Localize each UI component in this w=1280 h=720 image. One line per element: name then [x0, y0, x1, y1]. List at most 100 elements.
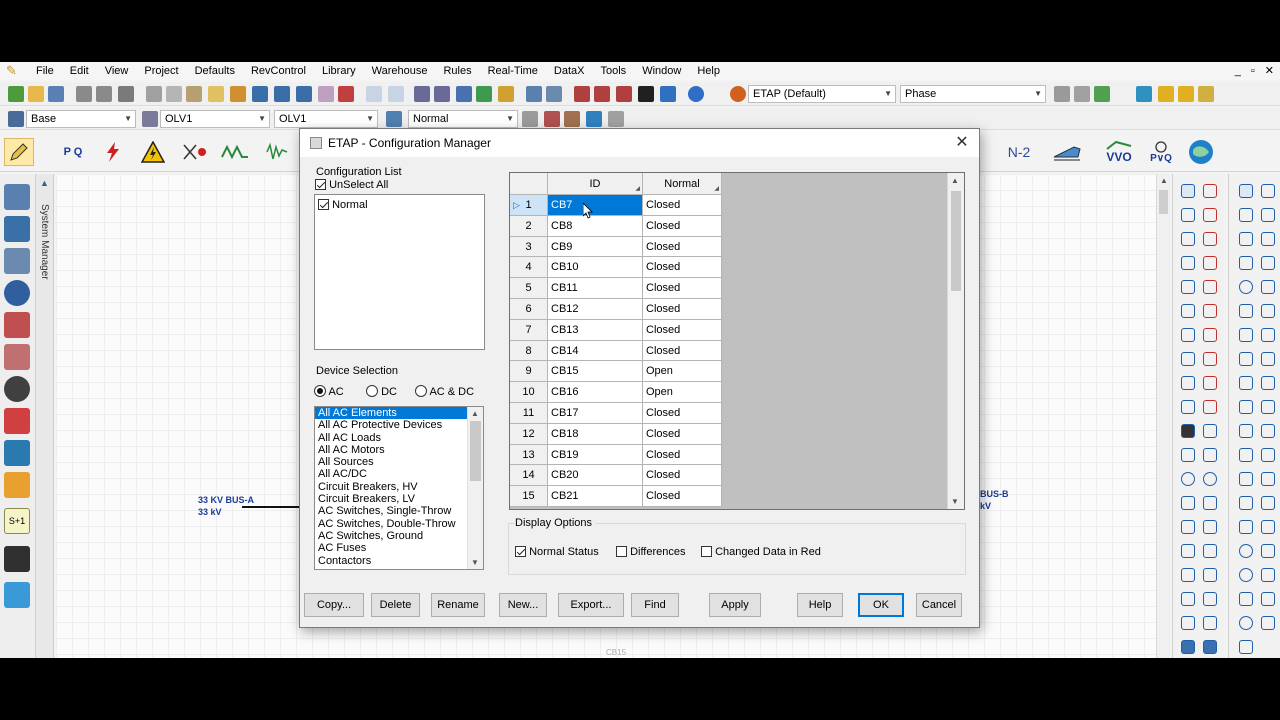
scroll-down-icon[interactable]: ▼ [471, 558, 479, 567]
hyperlink-icon[interactable] [526, 86, 542, 102]
scroll-up-icon[interactable]: ▲ [951, 176, 959, 185]
grid-vertical-scrollbar[interactable]: ▲ ▼ [947, 173, 964, 509]
dc-system-icon[interactable] [4, 408, 30, 434]
unselect-all-checkbox[interactable]: UnSelect All [315, 179, 388, 191]
ups-icon[interactable] [1203, 424, 1217, 438]
status-cell[interactable]: Closed [643, 278, 722, 299]
capacitor-icon[interactable] [1203, 376, 1217, 390]
pointer-icon[interactable] [1181, 184, 1195, 198]
device-id-cell[interactable]: CB7 [548, 195, 643, 216]
device-type-item[interactable]: Circuit Breakers, HV [315, 481, 468, 493]
presentation-selector[interactable]: OLV1 ▼ [160, 110, 270, 128]
device-id-cell[interactable]: CB17 [548, 402, 643, 424]
system-manager-tab[interactable]: ▲ System Manager [36, 174, 54, 658]
interlock-relay-icon[interactable] [1261, 448, 1275, 462]
device-type-item[interactable]: All AC Protective Devices [315, 419, 468, 431]
relay-27-icon[interactable] [1239, 544, 1253, 558]
cancel-button[interactable]: Cancel [916, 593, 962, 617]
phase-selector[interactable]: Phase ▼ [900, 85, 1046, 103]
configuration-selector[interactable]: Normal ▼ [408, 110, 518, 128]
device-type-item[interactable]: All AC Motors [315, 444, 468, 456]
synchronous-motor-icon[interactable] [1203, 328, 1217, 342]
radio-dc[interactable]: DC [366, 385, 397, 398]
table-row[interactable]: 14 CB20 Closed [510, 465, 722, 487]
table-row[interactable]: 8 CB14 Closed [510, 340, 722, 362]
find-button[interactable]: Find [631, 593, 679, 617]
node-icon[interactable] [1203, 208, 1217, 222]
checkbox-checked-icon[interactable] [315, 179, 326, 190]
status-cell[interactable]: Closed [643, 215, 722, 237]
zoom-previous-icon[interactable] [318, 86, 334, 102]
harmonic-icon[interactable] [220, 138, 250, 166]
power-panel-icon[interactable] [1181, 616, 1195, 630]
status-cell[interactable]: Closed [643, 319, 722, 341]
checkbox-unchecked-icon[interactable] [701, 546, 712, 557]
table-row[interactable]: 6 CB12 Closed [510, 298, 722, 320]
checkbox-checked-icon[interactable] [318, 199, 329, 210]
spot-network-icon[interactable] [1181, 592, 1195, 606]
open-folder-icon[interactable] [28, 86, 44, 102]
configuration-status-icon[interactable] [386, 111, 402, 127]
device-id-cell[interactable]: CB16 [548, 382, 643, 403]
device-id-cell[interactable]: CB18 [548, 423, 643, 445]
status-cell[interactable]: Closed [643, 465, 722, 487]
voltmeter-icon[interactable] [1239, 328, 1253, 342]
fuse-icon[interactable] [1239, 208, 1253, 222]
bus-a-line[interactable] [242, 506, 302, 508]
battery-icon[interactable] [1203, 616, 1217, 630]
remote-connector-icon[interactable] [1181, 568, 1195, 582]
device-id-cell[interactable]: CB13 [548, 319, 643, 341]
edit-mode-pencil-icon[interactable] [4, 138, 34, 166]
scroll-down-icon[interactable]: ▼ [951, 497, 959, 506]
device-id-cell[interactable]: CB21 [548, 486, 643, 507]
device-type-item[interactable]: All AC/DC [315, 468, 468, 480]
status-cell[interactable]: Closed [643, 340, 722, 362]
config-manager-icon[interactable] [564, 111, 580, 127]
scroll-up-icon[interactable]: ▲ [1160, 176, 1168, 185]
menu-tools[interactable]: Tools [593, 62, 635, 80]
radio-ac[interactable]: AC [314, 385, 344, 398]
motor-acceleration-icon[interactable] [180, 138, 210, 166]
device-id-cell[interactable]: CB12 [548, 298, 643, 320]
close-icon[interactable]: ✕ [1265, 62, 1274, 80]
config-compare-icon[interactable] [544, 111, 560, 127]
notes-icon[interactable] [1158, 86, 1174, 102]
transformer-3w-icon[interactable] [1203, 232, 1217, 246]
preset-selector[interactable]: ETAP (Default) ▼ [748, 85, 896, 103]
radio-ac-dc[interactable]: AC & DC [415, 385, 474, 398]
overcurrent-relay-icon[interactable] [1239, 376, 1253, 390]
table-row[interactable]: 7 CB13 Closed [510, 319, 722, 341]
harmonic-filter-icon[interactable] [1181, 640, 1195, 654]
ground-icon[interactable] [1181, 520, 1195, 534]
bus-tool-icon[interactable] [1203, 184, 1217, 198]
recycle-bin-icon[interactable] [4, 582, 30, 608]
impedance-icon[interactable] [1203, 280, 1217, 294]
dialog-close-button[interactable]: ✕ [951, 132, 973, 154]
dialog-title-bar[interactable]: ETAP - Configuration Manager ✕ [300, 129, 979, 157]
table-row[interactable]: 3 CB9 Closed [510, 236, 722, 258]
zoom-fit-icon[interactable] [296, 86, 312, 102]
pv-array-icon[interactable] [1203, 448, 1217, 462]
device-type-item[interactable]: All Sources [315, 456, 468, 468]
ground-switch-icon[interactable] [1261, 280, 1275, 294]
switch-icon[interactable] [1261, 256, 1275, 270]
device-id-cell[interactable]: CB15 [548, 361, 643, 383]
library-icon[interactable] [546, 86, 562, 102]
pointer-icon[interactable] [1239, 184, 1253, 198]
display-options-icon[interactable] [434, 86, 450, 102]
induction-motor-icon[interactable] [1181, 328, 1195, 342]
control-circuit-icon[interactable] [4, 312, 30, 338]
export-button[interactable]: Export... [558, 593, 624, 617]
checkbox-unchecked-icon[interactable] [616, 546, 627, 557]
device-id-cell[interactable]: CB10 [548, 257, 643, 279]
device-id-cell[interactable]: CB8 [548, 215, 643, 237]
lockout-relay-icon[interactable] [1239, 496, 1253, 510]
table-row[interactable]: ▷ 1 CB7 Closed [510, 195, 722, 216]
device-type-list[interactable]: All AC Elements All AC Protective Device… [314, 406, 484, 570]
copy-icon[interactable] [166, 86, 182, 102]
relay-50-icon[interactable] [1261, 544, 1275, 558]
config-item-normal[interactable]: Normal [318, 199, 368, 211]
pin-icon[interactable]: ▲ [40, 178, 49, 188]
menu-datax[interactable]: DataX [546, 62, 593, 80]
status-cell[interactable]: Closed [643, 486, 722, 507]
